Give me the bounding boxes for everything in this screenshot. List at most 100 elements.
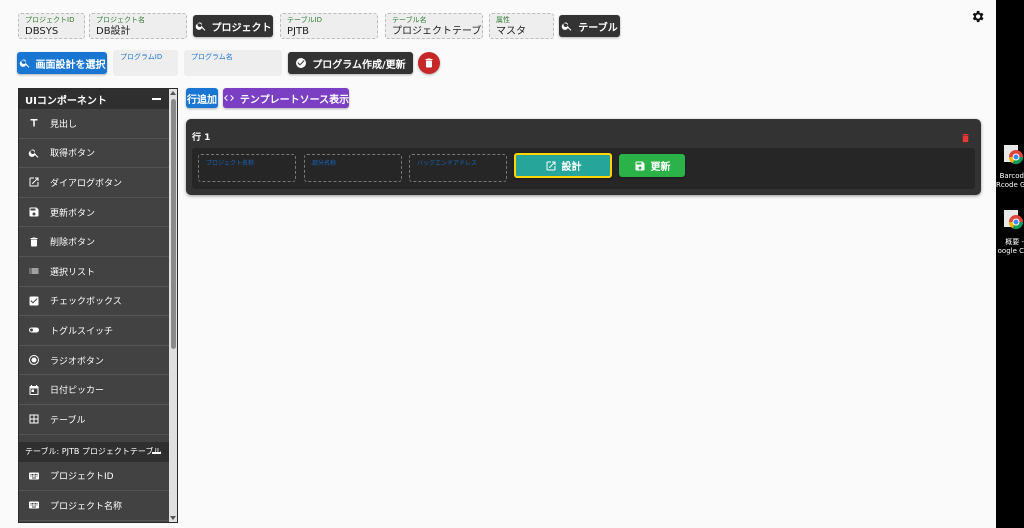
collapse-icon[interactable] [152,451,161,454]
sidebar-header[interactable]: UIコンポーネント [19,89,169,109]
row-placeholder-slot[interactable]: プロジェクト名称 [198,154,296,182]
sidebar-item-table[interactable]: テーブル [19,405,169,435]
table-search-button[interactable]: テーブル [559,15,620,37]
sidebar-item-heading[interactable]: 見出し [19,109,169,139]
trash-icon [30,237,38,247]
sidebar-item-project-name[interactable]: プロジェクト名称 [19,491,169,521]
table-id-value: PJTB [287,26,309,37]
sidebar-table-section-header[interactable]: テーブル: PJTB プロジェクトテーブル [19,441,169,462]
sidebar-item-date-picker[interactable]: 日付ピッカー [19,375,169,405]
row-title: 行 1 [192,133,211,143]
app-window: プロジェクトID DBSYS プロジェクト名 DB設計 プロジェクト テーブルI… [0,0,996,528]
row-content: プロジェクト名称 部分名称 バックエンドアドレス 設計 更新 [192,148,975,189]
trash-icon [425,58,433,68]
update-button-label: 更新 [650,162,671,173]
sidebar-item-label: 選択リスト [50,267,96,278]
ui-components-sidebar: UIコンポーネント 見出し 取得ボタン ダイアログボタン 更新ボタン 削除ボタン… [18,88,178,523]
table-icon [29,414,39,424]
settings-gear-icon[interactable] [970,9,985,24]
sidebar-item-label: 取得ボタン [50,149,96,160]
slot-placeholder-text: バックエンドアドレス [417,160,478,167]
design-button[interactable]: 設計 [514,153,612,178]
keyboard-icon [29,501,39,509]
desktop-area: Barcod Rcode G 概要 - oogle C [996,0,1024,528]
sidebar-item-toggle-switch[interactable]: トグルスイッチ [19,316,169,346]
add-row-label: 行追加 [187,94,217,106]
sidebar-item-dialog-button[interactable]: ダイアログボタン [19,168,169,198]
table-id-label: テーブルID [287,16,323,24]
create-program-button[interactable]: プログラム作成/更新 [288,52,413,74]
sidebar-item-update-button[interactable]: 更新ボタン [19,198,169,228]
save-icon [29,207,39,217]
create-program-label: プログラム作成/更新 [312,59,406,71]
attribute-field[interactable]: 属性 マスタ [489,13,554,39]
sidebar-item-label: トグルスイッチ [50,326,114,337]
sidebar-item-delete-button[interactable]: 削除ボタン [19,227,169,257]
keyboard-icon [29,472,39,480]
desktop-icon-label: oogle C [997,247,1024,255]
sidebar-title: UIコンポーネント [25,95,107,107]
sidebar-item-project-id[interactable]: プロジェクトID [19,462,169,492]
attribute-value: マスタ [496,26,526,37]
project-name-value: DB設計 [96,26,131,37]
sidebar-item-label: プロジェクト名称 [50,501,123,512]
sidebar-item-label: 見出し [50,119,78,130]
add-row-button[interactable]: 行追加 [186,88,218,108]
sidebar-item-label: ラジオボタン [50,356,104,367]
open-in-new-icon [546,161,555,170]
delete-row-trash-icon[interactable] [960,129,971,143]
sidebar-item-label: 更新ボタン [50,208,96,219]
delete-program-button[interactable] [418,52,440,74]
search-icon [19,59,29,68]
sidebar-item-checkbox[interactable]: チェックボックス [19,287,169,317]
table-id-field[interactable]: テーブルID PJTB [280,13,378,39]
heading-icon [30,119,38,127]
row-panel: 行 1 プロジェクト名称 部分名称 バックエンドアドレス 設計 更新 [186,119,981,195]
table-name-value: プロジェクトテーブ [392,26,482,37]
sidebar-item-label: 日付ピッカー [50,386,105,397]
sidebar-item-fetch-button[interactable]: 取得ボタン [19,139,169,169]
scroll-down-icon[interactable] [170,516,176,520]
project-name-field[interactable]: プロジェクト名 DB設計 [89,13,187,39]
radio-icon [29,355,39,366]
scroll-up-icon[interactable] [170,91,176,95]
slot-placeholder-text: 部分名称 [312,160,337,167]
sidebar-item-label: プロジェクトID [50,472,114,483]
sidebar-item-label: テーブル [50,415,86,426]
program-name-field[interactable]: プログラム名 [184,50,282,76]
program-name-label: プログラム名 [191,53,233,61]
table-name-field[interactable]: テーブル名 プロジェクトテーブ [385,13,483,39]
show-template-source-label: テンプレートソース表示 [239,94,350,106]
program-id-field[interactable]: プログラムID [113,50,178,76]
row-placeholder-slot[interactable]: 部分名称 [304,154,402,182]
table-name-label: テーブル名 [392,16,427,24]
sidebar-item-label: チェックボックス [50,297,122,308]
chrome-shortcut-icon[interactable] [1004,210,1024,230]
search-icon [28,149,39,158]
attribute-label: 属性 [496,16,510,24]
show-template-source-button[interactable]: テンプレートソース表示 [223,88,349,108]
sidebar-item-label: ダイアログボタン [50,178,123,189]
slot-placeholder-text: プロジェクト名称 [206,160,255,167]
project-id-field[interactable]: プロジェクトID DBSYS [18,13,85,39]
project-name-label: プロジェクト名 [96,16,145,24]
project-search-button[interactable]: プロジェクト [193,15,273,37]
calendar-icon [29,384,39,395]
sidebar-item-select-list[interactable]: 選択リスト [19,257,169,287]
scrollbar-thumb[interactable] [171,99,176,349]
toggle-icon [29,327,39,333]
search-icon [562,22,572,31]
chrome-shortcut-icon[interactable] [1004,145,1024,165]
collapse-icon[interactable] [152,98,161,100]
sidebar-scrollbar[interactable] [169,89,177,522]
checkbox-icon [29,296,39,306]
row-placeholder-slot[interactable]: バックエンドアドレス [409,154,507,182]
desktop-icon-label: Rcode G [996,181,1024,189]
table-search-label: テーブル [578,22,618,34]
select-screen-design-button[interactable]: 画面設計を選択 [17,52,107,74]
update-button[interactable]: 更新 [619,154,685,177]
sidebar-item-radio-button[interactable]: ラジオボタン [19,346,169,376]
check-circle-icon [296,58,307,68]
sidebar-section-title: テーブル: PJTB プロジェクトテーブル [25,446,162,456]
desktop-icon-label: 概要 - [1005,238,1024,246]
